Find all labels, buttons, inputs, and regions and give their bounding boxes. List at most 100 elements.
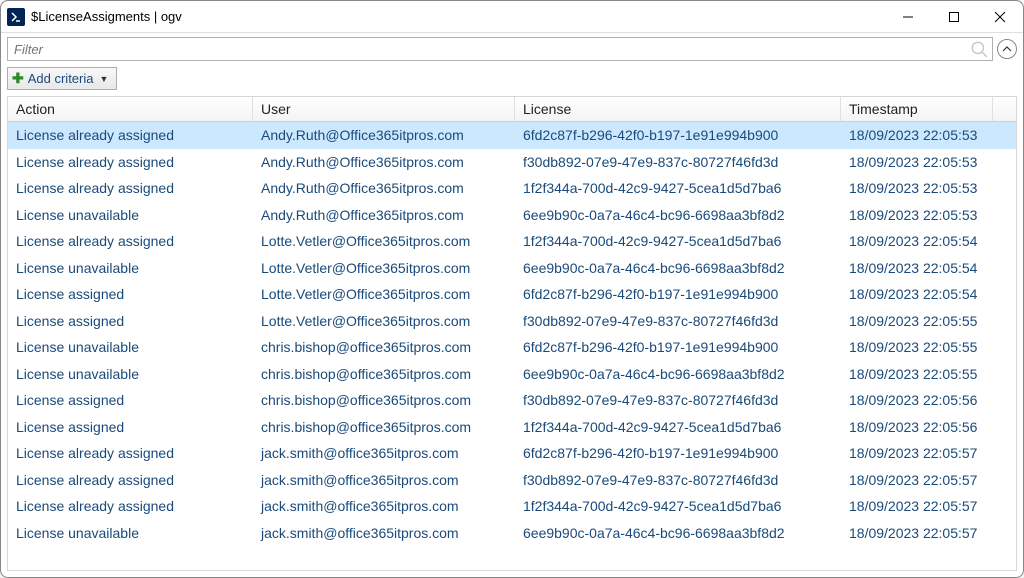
table-row[interactable]: License unavailablechris.bishop@office36… [8,361,1016,388]
cell-user: Andy.Ruth@Office365itpros.com [253,207,515,223]
powershell-icon [7,8,25,26]
cell-timestamp: 18/09/2023 22:05:54 [841,286,993,302]
collapse-filter-button[interactable] [997,39,1017,59]
table-row[interactable]: License assignedLotte.Vetler@Office365it… [8,308,1016,335]
filter-input[interactable] [8,42,970,57]
cell-user: jack.smith@office365itpros.com [253,472,515,488]
table-row[interactable]: License already assignedAndy.Ruth@Office… [8,175,1016,202]
cell-license: 6ee9b90c-0a7a-46c4-bc96-6698aa3bf8d2 [515,525,841,541]
cell-action: License already assigned [8,127,253,143]
cell-license: 6ee9b90c-0a7a-46c4-bc96-6698aa3bf8d2 [515,260,841,276]
chevron-up-icon [1002,44,1012,54]
grid-body: License already assignedAndy.Ruth@Office… [8,122,1016,570]
criteria-row: ✚ Add criteria ▼ [1,65,1023,96]
cell-license: f30db892-07e9-47e9-837c-80727f46fd3d [515,392,841,408]
table-row[interactable]: License already assignedLotte.Vetler@Off… [8,228,1016,255]
cell-user: Lotte.Vetler@Office365itpros.com [253,260,515,276]
cell-license: 6ee9b90c-0a7a-46c4-bc96-6698aa3bf8d2 [515,207,841,223]
cell-user: jack.smith@office365itpros.com [253,498,515,514]
cell-action: License already assigned [8,498,253,514]
column-header-action[interactable]: Action [8,97,253,121]
titlebar: $LicenseAssigments | ogv [1,1,1023,33]
table-row[interactable]: License already assignedjack.smith@offic… [8,440,1016,467]
cell-user: Andy.Ruth@Office365itpros.com [253,127,515,143]
cell-user: Andy.Ruth@Office365itpros.com [253,154,515,170]
cell-user: jack.smith@office365itpros.com [253,525,515,541]
cell-action: License unavailable [8,207,253,223]
cell-license: 1f2f344a-700d-42c9-9427-5cea1d5d7ba6 [515,498,841,514]
cell-timestamp: 18/09/2023 22:05:56 [841,419,993,435]
column-header-spacer [993,97,1016,121]
cell-timestamp: 18/09/2023 22:05:53 [841,154,993,170]
minimize-icon [902,11,914,23]
window-frame: $LicenseAssigments | ogv [0,0,1024,578]
table-row[interactable]: License already assignedjack.smith@offic… [8,467,1016,494]
cell-license: 1f2f344a-700d-42c9-9427-5cea1d5d7ba6 [515,419,841,435]
table-row[interactable]: License unavailableLotte.Vetler@Office36… [8,255,1016,282]
cell-action: License already assigned [8,233,253,249]
cell-action: License unavailable [8,339,253,355]
cell-timestamp: 18/09/2023 22:05:57 [841,498,993,514]
maximize-icon [948,11,960,23]
table-row[interactable]: License assignedchris.bishop@office365it… [8,387,1016,414]
add-criteria-button[interactable]: ✚ Add criteria ▼ [7,67,117,90]
cell-license: 6fd2c87f-b296-42f0-b197-1e91e994b900 [515,445,841,461]
cell-action: License assigned [8,286,253,302]
table-row[interactable]: License already assignedAndy.Ruth@Office… [8,149,1016,176]
cell-action: License assigned [8,392,253,408]
cell-action: License already assigned [8,180,253,196]
table-row[interactable]: License unavailablechris.bishop@office36… [8,334,1016,361]
cell-license: 6fd2c87f-b296-42f0-b197-1e91e994b900 [515,127,841,143]
cell-timestamp: 18/09/2023 22:05:55 [841,339,993,355]
cell-timestamp: 18/09/2023 22:05:57 [841,525,993,541]
cell-timestamp: 18/09/2023 22:05:57 [841,472,993,488]
cell-license: 1f2f344a-700d-42c9-9427-5cea1d5d7ba6 [515,180,841,196]
cell-user: jack.smith@office365itpros.com [253,445,515,461]
cell-timestamp: 18/09/2023 22:05:53 [841,180,993,196]
column-header-user[interactable]: User [253,97,515,121]
close-button[interactable] [977,1,1023,33]
cell-action: License already assigned [8,472,253,488]
table-row[interactable]: License unavailablejack.smith@office365i… [8,520,1016,547]
cell-action: License unavailable [8,366,253,382]
cell-timestamp: 18/09/2023 22:05:53 [841,127,993,143]
cell-action: License already assigned [8,445,253,461]
table-row[interactable]: License assignedLotte.Vetler@Office365it… [8,281,1016,308]
cell-action: License assigned [8,419,253,435]
close-icon [994,11,1006,23]
plus-icon: ✚ [12,70,24,87]
cell-license: 1f2f344a-700d-42c9-9427-5cea1d5d7ba6 [515,233,841,249]
cell-timestamp: 18/09/2023 22:05:55 [841,313,993,329]
cell-user: Lotte.Vetler@Office365itpros.com [253,233,515,249]
maximize-button[interactable] [931,1,977,33]
search-icon [970,40,988,58]
cell-license: f30db892-07e9-47e9-837c-80727f46fd3d [515,313,841,329]
cell-user: chris.bishop@office365itpros.com [253,392,515,408]
cell-license: f30db892-07e9-47e9-837c-80727f46fd3d [515,154,841,170]
cell-timestamp: 18/09/2023 22:05:55 [841,366,993,382]
table-row[interactable]: License already assignedAndy.Ruth@Office… [8,122,1016,149]
table-row[interactable]: License unavailableAndy.Ruth@Office365it… [8,202,1016,229]
cell-license: 6ee9b90c-0a7a-46c4-bc96-6698aa3bf8d2 [515,366,841,382]
filter-input-wrap [7,37,993,61]
cell-action: License unavailable [8,525,253,541]
table-row[interactable]: License already assignedjack.smith@offic… [8,493,1016,520]
cell-user: Andy.Ruth@Office365itpros.com [253,180,515,196]
cell-license: 6fd2c87f-b296-42f0-b197-1e91e994b900 [515,339,841,355]
cell-license: 6fd2c87f-b296-42f0-b197-1e91e994b900 [515,286,841,302]
column-header-timestamp[interactable]: Timestamp [841,97,993,121]
window-controls [885,1,1023,33]
cell-license: f30db892-07e9-47e9-837c-80727f46fd3d [515,472,841,488]
grid-header: Action User License Timestamp [8,97,1016,122]
cell-action: License unavailable [8,260,253,276]
add-criteria-label: Add criteria [28,71,94,86]
cell-user: Lotte.Vetler@Office365itpros.com [253,286,515,302]
column-header-license[interactable]: License [515,97,841,121]
cell-timestamp: 18/09/2023 22:05:56 [841,392,993,408]
filter-row [1,33,1023,65]
cell-user: chris.bishop@office365itpros.com [253,366,515,382]
table-row[interactable]: License assignedchris.bishop@office365it… [8,414,1016,441]
cell-action: License already assigned [8,154,253,170]
cell-timestamp: 18/09/2023 22:05:54 [841,233,993,249]
minimize-button[interactable] [885,1,931,33]
